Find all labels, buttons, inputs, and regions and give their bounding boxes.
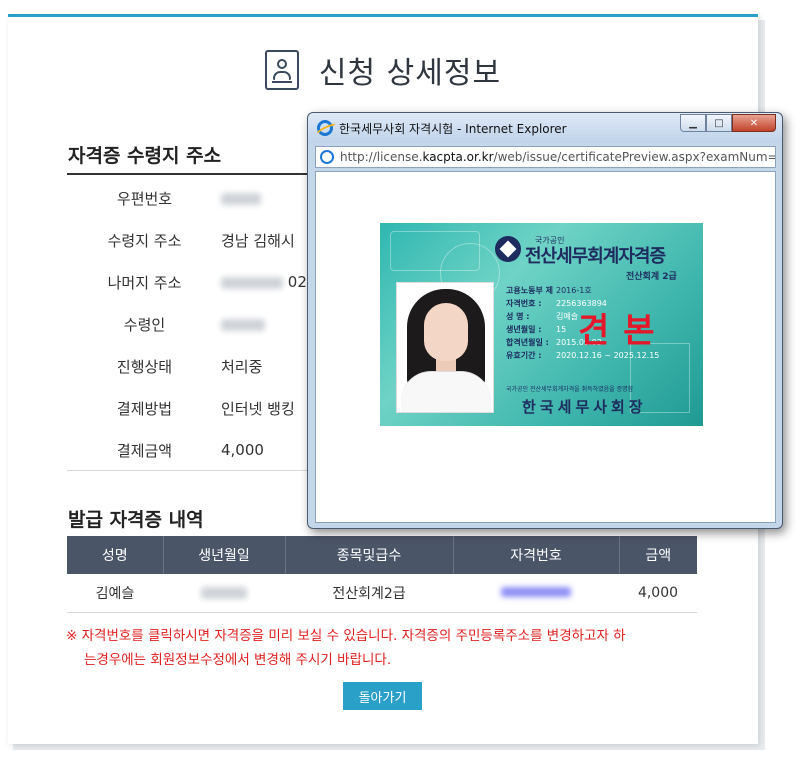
license-issuer: 한국세무사회장 [522,398,647,416]
sample-stamp: 견본 [578,311,669,351]
payment-amount-row: 결제금액 4,000 [68,429,318,471]
issue-section-heading: 발급 자격증 내역 [68,509,204,531]
notice-line-2: 는경우에는 회원정보수정에서 변경해 주시기 바랍니다. [84,652,392,668]
maximize-button[interactable]: □ [706,114,732,132]
column-header: 자격번호 [453,536,620,574]
column-header: 종목및급수 [285,536,454,574]
table-header-row: 성명 생년월일 종목및급수 자격번호 금액 [67,536,697,574]
cell-type: 전산회계2급 [285,574,453,613]
page-icon [320,150,334,164]
popup-content: 국가공인 전산세무회계자격증 전산회계 2급 고용노동부 제 2016-1호 자격… [315,171,776,523]
table-row: 김예슬 전산회계2급 4,000 [67,574,697,613]
payment-method-row: 결제방법 인터넷 뱅킹 [68,387,318,429]
window-controls: ▁ □ ✕ [680,114,776,132]
page-title: 신청 상세정보 [318,56,502,91]
address-label: 수령지 주소 [107,231,182,250]
back-button[interactable]: 돌아가기 [343,682,422,710]
license-grade: 전산회계 2급 [626,272,677,282]
cell-birth [163,574,285,613]
kacpta-logo-icon [495,236,521,262]
license-fine-print: 국가공인 전산세무회계자격을 취득하였음을 증명함 [506,386,634,393]
preview-popup-window: 한국세무사회 자격시험 - Internet Explorer ▁ □ ✕ ht… [307,112,783,529]
window-title: 한국세무사회 자격시험 - Internet Explorer [339,122,567,136]
recipient-row: 수령인 [68,303,318,345]
minimize-button[interactable]: ▁ [680,114,706,132]
payment-amount-label: 결제금액 [116,441,173,460]
notice-line-1: ※ 자격번호를 클릭하시면 자격증을 미리 보실 수 있습니다. 자격증의 주민… [66,628,626,644]
license-name: 전산세무회계자격증 [525,246,666,267]
address-detail-row: 나머지 주소 02 [68,261,318,303]
cert-number-link[interactable] [501,586,571,597]
address-value: 경남 김해시 [221,231,295,250]
payment-method-label: 결제방법 [116,399,173,418]
close-button[interactable]: ✕ [732,114,776,132]
status-value: 처리중 [221,357,263,376]
issue-table: 성명 생년월일 종목및급수 자격번호 금액 김예슬 전산회계2급 4,000 [67,536,697,613]
payment-amount-value: 4,000 [221,441,264,459]
column-header: 성명 [67,536,164,574]
id-photo [396,282,494,413]
license-card-image: 국가공인 전산세무회계자격증 전산회계 2급 고용노동부 제 2016-1호 자격… [380,223,703,426]
address-detail-label: 나머지 주소 [107,273,182,292]
postal-code-row: 우편번호 [68,177,318,219]
user-card-icon [264,50,299,90]
status-row: 진행상태 처리중 [68,345,318,387]
column-header: 금액 [619,536,697,574]
cell-name: 김예슬 [67,574,163,613]
cell-cert-no[interactable] [453,574,619,613]
status-label: 진행상태 [116,357,173,376]
address-section-heading: 자격증 수령지 주소 [68,145,222,167]
postal-code-value [221,189,261,207]
page-header: 신청 상세정보 [8,45,758,95]
address-detail-value: 02 [221,273,307,291]
url-text: http://license.kacpta.or.kr/web/issue/ce… [340,150,775,164]
cell-amount: 4,000 [619,574,697,613]
address-row: 수령지 주소 경남 김해시 [68,219,318,261]
form-divider [67,470,317,471]
recipient-label: 수령인 [123,315,166,334]
window-titlebar[interactable]: 한국세무사회 자격시험 - Internet Explorer ▁ □ ✕ [308,113,782,143]
column-header: 생년월일 [163,536,286,574]
postal-code-label: 우편번호 [116,189,173,208]
internet-explorer-icon [317,120,333,136]
section-divider [67,173,317,175]
notice-text: ※ 자격번호를 클릭하시면 자격증을 미리 보실 수 있습니다. 자격증의 주민… [66,624,706,672]
address-bar[interactable]: http://license.kacpta.or.kr/web/issue/ce… [315,146,776,168]
recipient-value [221,315,265,333]
payment-method-value: 인터넷 뱅킹 [221,399,295,418]
